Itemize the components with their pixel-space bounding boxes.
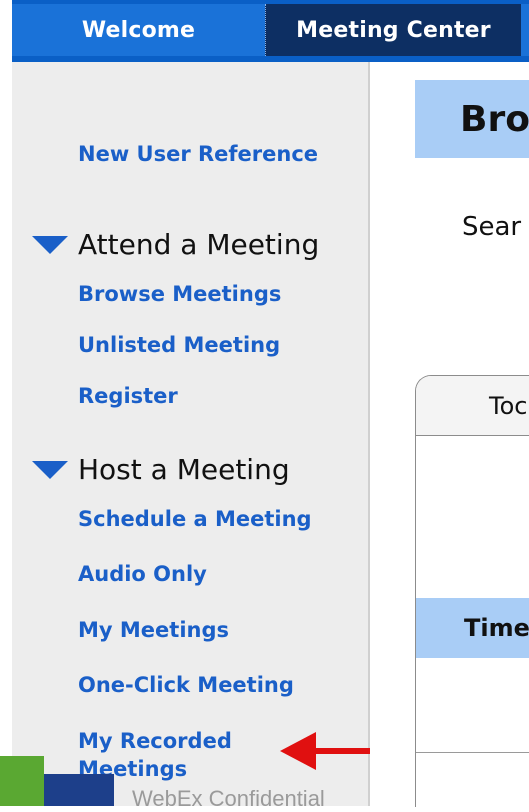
- top-navigation: Welcome Meeting Center: [12, 0, 529, 62]
- tab-today[interactable]: Toc: [416, 376, 529, 436]
- tab-welcome[interactable]: Welcome: [12, 4, 265, 56]
- column-header-time[interactable]: Time: [416, 598, 529, 658]
- triangle-down-icon: [32, 460, 68, 479]
- page-title: Bro: [415, 80, 529, 158]
- footer-logo-blue: [44, 774, 114, 806]
- sidebar-link-browse-meetings[interactable]: Browse Meetings: [78, 280, 281, 308]
- section-attend-a-meeting[interactable]: Attend a Meeting: [32, 228, 319, 261]
- meeting-panel: Toc Time: [415, 375, 529, 807]
- section-title: Attend a Meeting: [78, 228, 320, 261]
- row-divider: [416, 752, 529, 753]
- triangle-down-icon: [32, 235, 68, 254]
- sidebar-link-my-meetings[interactable]: My Meetings: [78, 616, 229, 644]
- sidebar-link-schedule-a-meeting[interactable]: Schedule a Meeting: [78, 505, 312, 533]
- sidebar-link-unlisted-meeting[interactable]: Unlisted Meeting: [78, 331, 280, 359]
- sidebar-link-one-click-meeting[interactable]: One-Click Meeting: [78, 671, 294, 699]
- sidebar: New User Reference Attend a Meeting Brow…: [12, 62, 370, 806]
- footer-confidential-text: WebEx Confidential: [132, 786, 325, 811]
- tab-meeting-center[interactable]: Meeting Center: [265, 4, 522, 56]
- left-margin: [0, 0, 12, 806]
- sidebar-link-register[interactable]: Register: [78, 382, 178, 410]
- footer-logo-green: [0, 756, 44, 806]
- section-title: Host a Meeting: [78, 453, 290, 486]
- sidebar-link-audio-only[interactable]: Audio Only: [78, 560, 207, 588]
- sidebar-link-new-user-reference[interactable]: New User Reference: [78, 140, 318, 168]
- main-content: Bro Sear Toc Time: [370, 62, 529, 807]
- section-host-a-meeting[interactable]: Host a Meeting: [32, 453, 290, 486]
- search-label: Sear: [462, 212, 522, 242]
- tab-next-partial[interactable]: [521, 4, 529, 56]
